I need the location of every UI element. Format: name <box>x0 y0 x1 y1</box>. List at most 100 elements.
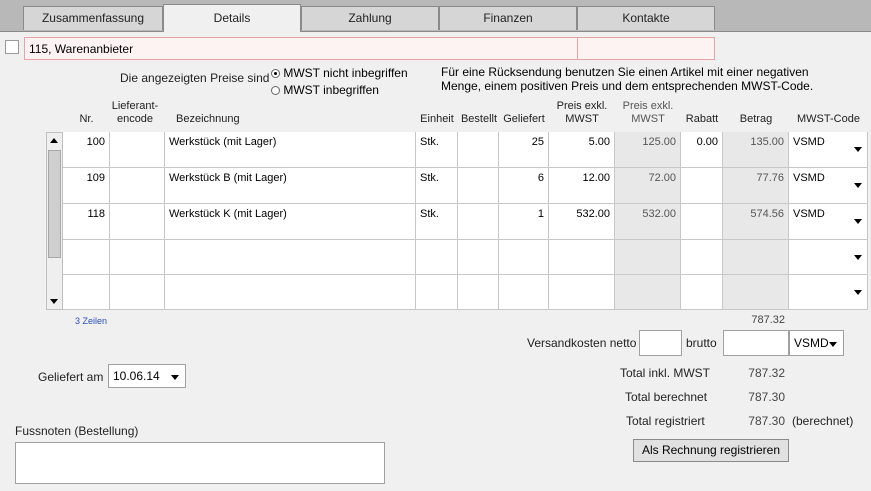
cell-preis-total: 532.00 <box>615 204 681 240</box>
cell-bestellt[interactable] <box>458 168 499 204</box>
cell-lieferantencode[interactable] <box>110 132 165 168</box>
cell-empty[interactable] <box>458 275 499 310</box>
cell-empty[interactable] <box>165 275 416 310</box>
register-invoice-button[interactable]: Als Rechnung registrieren <box>633 439 789 462</box>
tab-kontakte[interactable]: Kontakte <box>577 6 715 30</box>
cell-empty[interactable] <box>499 240 549 275</box>
cell-mwst-code[interactable] <box>789 240 868 275</box>
radio-on-icon <box>271 69 280 79</box>
cell-nr[interactable]: 100 <box>63 132 110 168</box>
col-preis-exkl: Preis exkl. MWST <box>549 100 615 126</box>
chevron-down-icon[interactable] <box>829 342 837 347</box>
col-preis2-line2: MWST <box>631 113 665 125</box>
shipping-netto-input[interactable] <box>639 330 682 356</box>
cell-einheit[interactable]: Stk. <box>416 168 458 204</box>
cell-nr[interactable]: 109 <box>63 168 110 204</box>
cell-betrag: 574.56 <box>723 204 789 240</box>
cell-lieferantencode[interactable] <box>110 204 165 240</box>
scroll-thumb[interactable] <box>48 150 61 258</box>
cell-empty[interactable] <box>499 275 549 310</box>
cell-empty[interactable] <box>63 240 110 275</box>
chevron-down-icon[interactable] <box>854 255 862 260</box>
chevron-down-icon[interactable] <box>854 219 862 224</box>
cell-bezeichnung[interactable]: Werkstück B (mit Lager) <box>165 168 416 204</box>
table-scrollbar[interactable] <box>46 132 63 310</box>
cell-empty[interactable] <box>63 275 110 310</box>
total-incl-value: 787.32 <box>748 366 785 380</box>
chevron-down-icon[interactable] <box>854 183 862 188</box>
return-note-line2: Menge, einem positiven Preis und dem ent… <box>441 79 814 93</box>
cell-geliefert[interactable]: 25 <box>499 132 549 168</box>
cell-mwst-code[interactable] <box>789 275 868 310</box>
cell-rabatt[interactable] <box>681 204 723 240</box>
shipping-brutto-label: brutto <box>686 336 717 350</box>
cell-lieferantencode[interactable] <box>110 168 165 204</box>
shipping-brutto-input[interactable] <box>723 330 789 356</box>
cell-preis[interactable]: 532.00 <box>549 204 615 240</box>
cell-empty[interactable] <box>681 275 723 310</box>
cell-bestellt[interactable] <box>458 204 499 240</box>
cell-geliefert[interactable]: 1 <box>499 204 549 240</box>
cell-nr[interactable]: 118 <box>63 204 110 240</box>
mwst-code-value: VSMD <box>793 208 825 220</box>
cell-mwst-code[interactable]: VSMD <box>789 168 868 204</box>
cell-empty[interactable] <box>416 275 458 310</box>
chevron-down-icon[interactable] <box>854 147 862 152</box>
cell-geliefert[interactable]: 6 <box>499 168 549 204</box>
supplier-checkbox[interactable] <box>5 40 19 54</box>
row-count: 3 Zeilen <box>75 316 108 326</box>
radio-mwst-incl[interactable]: MWST inbegriffen <box>271 83 379 97</box>
col-mwst-code: MWST-Code <box>797 113 860 125</box>
chevron-down-icon[interactable] <box>171 375 179 380</box>
cell-empty[interactable] <box>416 240 458 275</box>
chevron-down-icon[interactable] <box>854 290 862 295</box>
footnotes-textarea[interactable] <box>15 442 385 484</box>
cell-mwst-code[interactable]: VSMD <box>789 204 868 240</box>
total-registered-label: Total registriert <box>626 414 705 428</box>
cell-empty[interactable] <box>549 275 615 310</box>
tab-finanzen[interactable]: Finanzen <box>439 6 577 30</box>
cell-einheit[interactable]: Stk. <box>416 132 458 168</box>
supplier-divider <box>577 38 578 59</box>
tab-details[interactable]: Details <box>163 4 301 32</box>
cell-bestellt[interactable] <box>458 132 499 168</box>
total-incl-label: Total inkl. MWST <box>620 366 711 380</box>
supplier-value: 115, Warenanbieter <box>29 42 134 56</box>
return-note: Für eine Rücksendung benutzen Sie einen … <box>441 65 813 93</box>
cell-rabatt[interactable] <box>681 168 723 204</box>
cell-empty <box>615 275 681 310</box>
tab-zahlung[interactable]: Zahlung <box>301 6 439 30</box>
cell-preis[interactable]: 5.00 <box>549 132 615 168</box>
col-lief-line2: encode <box>116 113 154 125</box>
cell-empty[interactable] <box>165 240 416 275</box>
cell-empty[interactable] <box>110 275 165 310</box>
cell-mwst-code[interactable]: VSMD <box>789 132 868 168</box>
radio-mwst-excl[interactable]: MWST nicht inbegriffen <box>271 66 408 80</box>
footnotes-label: Fussnoten (Bestellung) <box>15 424 139 438</box>
col-preis-exkl-total: Preis exkl. MWST <box>615 100 681 126</box>
cell-bezeichnung[interactable]: Werkstück K (mit Lager) <box>165 204 416 240</box>
cell-empty[interactable] <box>458 240 499 275</box>
cell-einheit[interactable]: Stk. <box>416 204 458 240</box>
cell-preis[interactable]: 12.00 <box>549 168 615 204</box>
mwst-code-value: VSMD <box>793 136 825 148</box>
col-bestellt: Bestellt <box>460 113 498 125</box>
tab-zusammenfassung[interactable]: Zusammenfassung <box>23 6 163 30</box>
cell-empty[interactable] <box>681 240 723 275</box>
supplier-field[interactable]: 115, Warenanbieter <box>24 37 715 60</box>
cell-empty[interactable] <box>110 240 165 275</box>
cell-empty[interactable] <box>549 240 615 275</box>
delivered-date-picker[interactable]: 10.06.14 <box>108 364 186 388</box>
col-lieferantencode: Lieferant- encode <box>106 100 164 126</box>
price-mode-label: Die angezeigten Preise sind <box>120 71 270 85</box>
shipping-tax-code-select[interactable]: VSMD <box>789 330 844 356</box>
scroll-down-icon[interactable] <box>50 299 58 304</box>
mwst-code-value: VSMD <box>793 172 825 184</box>
radio-off-icon <box>271 86 280 96</box>
cell-bezeichnung[interactable]: Werkstück (mit Lager) <box>165 132 416 168</box>
items-table: 100 Werkstück (mit Lager) Stk. 25 5.00 1… <box>63 132 868 310</box>
cell-rabatt[interactable]: 0.00 <box>681 132 723 168</box>
scroll-up-icon[interactable] <box>50 138 58 143</box>
radio-incl-label: MWST inbegriffen <box>283 83 379 97</box>
col-betrag: Betrag <box>739 113 773 125</box>
